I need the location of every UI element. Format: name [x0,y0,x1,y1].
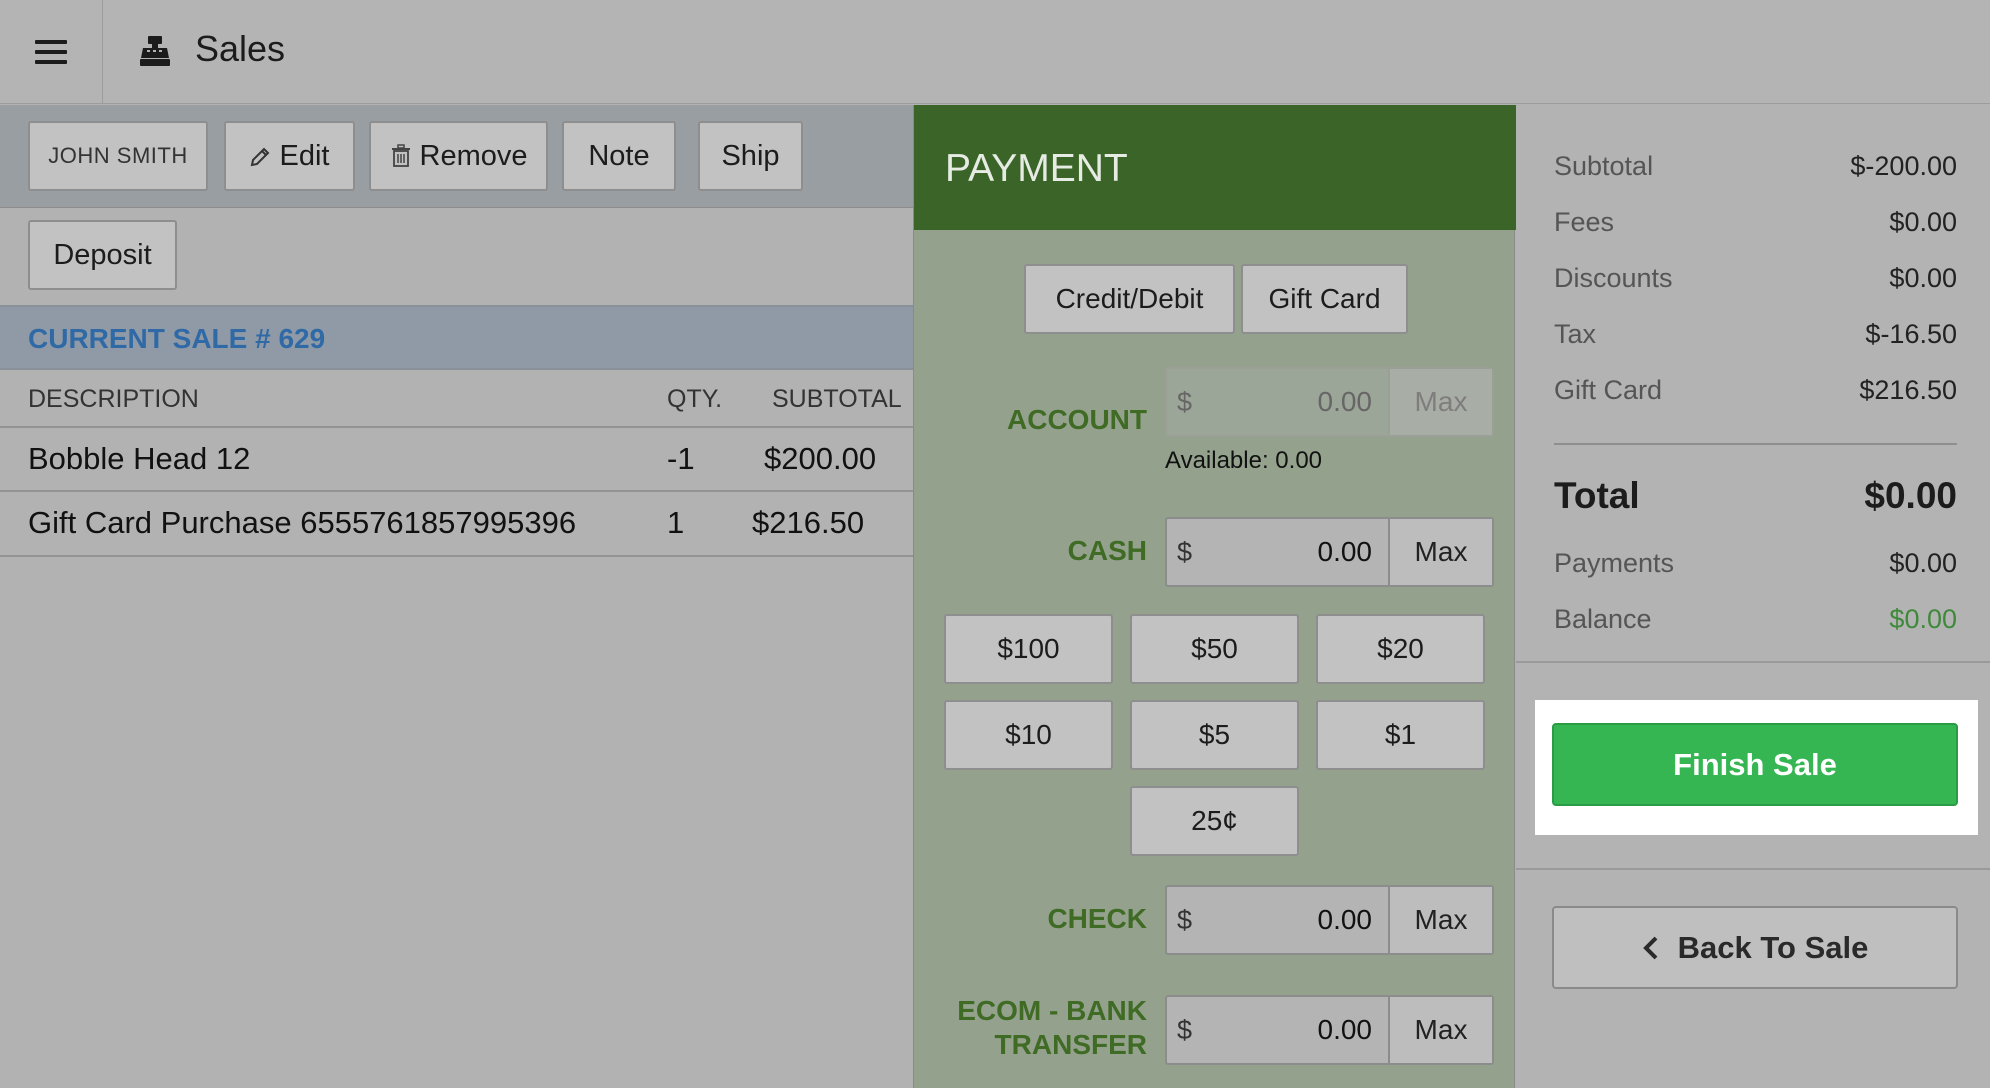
finish-sale-highlight: Finish Sale [1535,700,1978,835]
gift-card-label: Gift Card [1554,375,1663,405]
quick-cash-100-button[interactable]: $100 [944,614,1113,684]
customer-button[interactable]: JOHN SMITH [28,121,208,191]
tax-label: Tax [1554,319,1597,349]
menu-button[interactable] [0,0,103,104]
top-bar: Sales [0,0,1990,104]
remove-customer-button[interactable]: Remove [369,121,548,191]
deposit-button[interactable]: Deposit [28,220,177,290]
gift-card-row: Gift Card $216.50 [1554,375,1957,406]
currency-symbol: $ [1177,386,1193,417]
quick-cash-50-button[interactable]: $50 [1130,614,1299,684]
divider [1554,443,1957,445]
total-row: Total $0.00 [1554,475,1957,517]
check-max-button[interactable]: Max [1388,887,1492,953]
balance-label: Balance [1554,604,1652,634]
quick-cash-1-button[interactable]: $1 [1316,700,1485,770]
sale-header: CURRENT SALE # 629 [0,305,913,370]
fees-row: Fees $0.00 [1554,207,1957,238]
hamburger-icon [35,40,67,64]
payment-title: PAYMENT [945,147,1128,190]
edit-label: Edit [279,139,330,172]
divider [1516,868,1990,870]
item-subtotal: $216.50 [752,505,865,540]
pencil-icon [250,147,269,167]
total-label: Total [1554,475,1640,516]
cash-amount-input[interactable]: 0.00 [1207,519,1388,585]
customer-toolbar: JOHN SMITH Edit Remove Note Ship [0,105,913,208]
account-amount-value: 0.00 [1317,386,1373,417]
payments-label: Payments [1554,548,1675,578]
cash-max-button[interactable]: Max [1388,519,1492,585]
edit-customer-button[interactable]: Edit [224,121,355,191]
total-value: $0.00 [1864,475,1957,516]
tax-value: $-16.50 [1865,319,1957,349]
account-label: ACCOUNT [1007,404,1147,435]
item-qty: -1 [667,441,695,476]
discounts-label: Discounts [1554,263,1673,293]
chevron-left-icon [1642,936,1658,959]
back-to-sale-label: Back To Sale [1677,929,1869,965]
balance-value: $0.00 [1889,604,1957,634]
balance-row: Balance $0.00 [1554,604,1957,635]
check-amount-field[interactable]: $ 0.00 Max [1165,885,1494,955]
fees-value: $0.00 [1889,207,1957,237]
divider [0,490,913,492]
back-to-sale-button[interactable]: Back To Sale [1552,906,1958,989]
cash-label: CASH [1067,535,1147,566]
summary-panel: Subtotal $-200.00 Fees $0.00 Discounts $… [1516,105,1990,1088]
quick-cash-10-button[interactable]: $10 [944,700,1113,770]
subtotal-row: Subtotal $-200.00 [1554,151,1957,182]
subtotal-value: $-200.00 [1850,151,1957,181]
payments-value: $0.00 [1889,548,1957,578]
trash-icon [391,144,410,167]
cash-amount-field[interactable]: $ 0.00 Max [1165,517,1494,587]
currency-symbol: $ [1177,904,1193,935]
cash-register-icon [140,36,170,66]
item-subtotal: $200.00 [764,441,877,476]
note-button[interactable]: Note [562,121,676,191]
divider [0,426,913,428]
fees-label: Fees [1554,207,1615,237]
payments-row: Payments $0.00 [1554,548,1957,579]
discounts-value: $0.00 [1889,263,1957,293]
discounts-row: Discounts $0.00 [1554,263,1957,294]
finish-sale-button[interactable]: Finish Sale [1552,723,1958,806]
account-max-button: Max [1388,369,1492,435]
quick-cash-20-button[interactable]: $20 [1316,614,1485,684]
column-qty: QTY. [667,385,723,413]
sale-title: CURRENT SALE # 629 [28,323,326,354]
item-description: Bobble Head 12 [28,441,251,476]
quick-cash-25c-button[interactable]: 25¢ [1130,786,1299,856]
column-description: DESCRIPTION [28,385,199,413]
check-label: CHECK [1047,903,1147,934]
divider [0,555,913,557]
account-amount-field: $ 0.00 Max [1165,367,1494,437]
remove-label: Remove [419,139,528,172]
currency-symbol: $ [1177,1014,1193,1045]
gift-card-button[interactable]: Gift Card [1241,264,1408,334]
ecom-amount-field[interactable]: $ 0.00 Max [1165,995,1494,1065]
divider [1516,661,1990,663]
ecom-amount-input[interactable]: 0.00 [1207,997,1388,1063]
ship-button[interactable]: Ship [698,121,803,191]
ecom-label-line2: TRANSFER [994,1029,1147,1060]
check-amount-input[interactable]: 0.00 [1207,887,1388,953]
payment-panel: PAYMENT Credit/Debit Gift Card ACCOUNT $… [913,105,1516,1088]
subtotal-label: Subtotal [1554,151,1654,181]
quick-cash-5-button[interactable]: $5 [1130,700,1299,770]
sale-panel: JOHN SMITH Edit Remove Note Ship Deposit… [0,105,913,1088]
payment-header: PAYMENT [914,105,1516,230]
ecom-label-line1: ECOM - BANK [957,995,1147,1026]
ecom-max-button[interactable]: Max [1388,997,1492,1063]
item-qty: 1 [667,505,685,540]
credit-debit-button[interactable]: Credit/Debit [1024,264,1235,334]
item-description: Gift Card Purchase 6555761857995396 [28,505,577,540]
account-available: Available: 0.00 [1165,447,1323,474]
currency-symbol: $ [1177,536,1193,567]
ecom-bank-transfer-label: ECOM - BANK TRANSFER [934,994,1147,1062]
tax-row: Tax $-16.50 [1554,319,1957,350]
page-title: Sales [195,28,286,69]
gift-card-value: $216.50 [1859,375,1957,405]
column-subtotal: SUBTOTAL [772,385,902,413]
